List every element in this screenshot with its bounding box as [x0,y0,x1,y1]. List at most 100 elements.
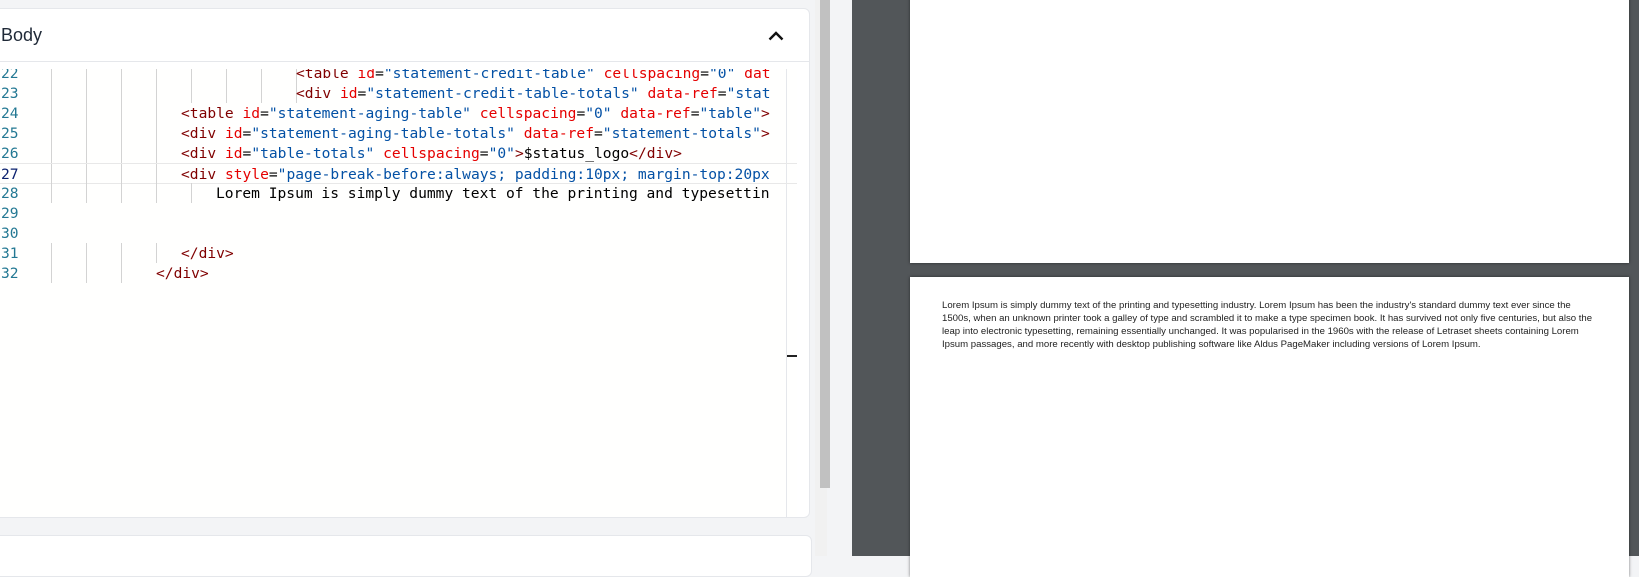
code-token: = [375,69,384,82]
indent-guide [86,183,87,203]
line-number: 27 [1,166,19,183]
code-text: Lorem Ipsum is simply dummy text of the … [216,183,770,204]
code-token: cellspacing [383,145,480,162]
indent-guide [121,164,122,184]
code-text: <div style="page-break-before:always; pa… [181,164,770,185]
code-line[interactable]: 26 <div id="table-totals" cellspacing="0"… [0,143,797,164]
code-line[interactable]: 31 </div> [0,243,797,264]
indent-guide [156,143,157,163]
code-token: = [479,145,489,162]
indent-guide [191,69,192,83]
code-token: data-ref [620,105,691,122]
indent-guide [226,69,227,83]
code-text: <div id="table-totals" cellspacing="0">$… [181,143,682,164]
line-number: 24 [1,105,19,122]
code-token: <div [296,85,340,102]
indent-guide [121,143,122,163]
code-token: = [242,125,252,142]
code-line[interactable]: 25 <div id="statement-aging-table-totals"… [0,123,797,144]
code-text: <div id="statement-credit-table-totals" … [296,83,771,104]
code-line[interactable]: 23 <div id="statement-credit-table-totals… [0,83,797,104]
code-token: = [594,125,603,142]
indent-guide [121,243,122,263]
code-token: "statement-totals" [602,125,761,142]
indent-guide [86,143,87,163]
code-token: id [224,145,243,162]
line-number: 28 [1,185,19,202]
code-token: Lorem Ipsum is simply dummy text of the … [216,185,770,202]
scrollbar-thumb[interactable] [820,0,830,488]
code-text: <div id="statement-aging-table-totals" d… [181,123,770,144]
line-number: 29 [1,205,19,222]
code-line[interactable]: 29 [0,203,797,224]
code-token: = [268,166,278,183]
indent-guide [156,123,157,143]
code-token: = [260,105,269,122]
line-number: 31 [1,245,19,262]
indent-guide [121,123,122,143]
code-line[interactable]: 30 [0,223,797,244]
code-token: > [760,125,770,142]
indent-guide [121,83,122,103]
indent-guide [191,83,192,103]
code-token: "page-break-before:always; padding:10px;… [277,166,770,183]
code-token: data-ref [647,85,718,102]
body-panel-header[interactable]: Body [0,9,809,62]
indent-guide [86,103,87,123]
line-number: 25 [1,125,19,142]
code-token: cellspacing [479,105,577,122]
indent-guide [261,83,262,103]
code-token: $status_logo [523,145,630,162]
code-token: <table [296,69,358,82]
indent-guide [51,143,52,163]
code-token: <div [181,166,225,183]
code-line[interactable]: 22 <table id="statement-credit-table" cel… [0,69,797,84]
indent-guide [51,183,52,203]
indent-guide [156,103,157,123]
collapse-button[interactable] [763,23,789,49]
indent-guide [86,164,87,184]
indent-guide [51,83,52,103]
code-token: id [224,125,243,142]
code-token: id [242,105,261,122]
overview-ruler-marker [787,355,797,357]
code-token: = [357,85,367,102]
line-number: 30 [1,225,19,242]
code-line[interactable]: 28 Lorem Ipsum is simply dummy text of th… [0,183,797,204]
indent-guide [51,164,52,184]
next-panel [0,535,812,577]
code-token: "statement-credit-table" [383,69,595,82]
code-token: > [761,105,770,122]
code-editor[interactable]: 22 <table id="statement-credit-table" cel… [0,69,797,517]
code-line[interactable]: 32 </div> [0,263,797,284]
code-token: data-ref [523,125,594,142]
indent-guide [226,83,227,103]
indent-guide [86,243,87,263]
code-token: </div> [156,265,209,282]
code-token: "table" [699,105,761,122]
code-line[interactable]: 24 <table id="statement-aging-table" cell… [0,103,797,124]
code-token: "table-totals" [251,145,375,162]
indent-guide [86,83,87,103]
code-token: "0" [585,105,612,122]
code-token: dat [744,69,771,82]
code-token: = [717,85,727,102]
indent-guide [86,123,87,143]
code-token: id [339,85,358,102]
indent-guide [86,263,87,283]
code-token: "stat [726,85,771,102]
code-token: > [514,145,524,162]
preview-page [910,0,1629,263]
indent-guide [121,263,122,283]
indent-guide [156,183,157,203]
code-token: "statement-aging-table" [268,105,471,122]
line-number: 26 [1,145,19,162]
code-line[interactable]: 27 <div style="page-break-before:always; … [0,163,797,184]
preview-page: Lorem Ipsum is simply dummy text of the … [910,277,1629,577]
chevron-up-icon [768,31,784,41]
code-token: style [224,166,269,183]
indent-guide [156,243,157,263]
